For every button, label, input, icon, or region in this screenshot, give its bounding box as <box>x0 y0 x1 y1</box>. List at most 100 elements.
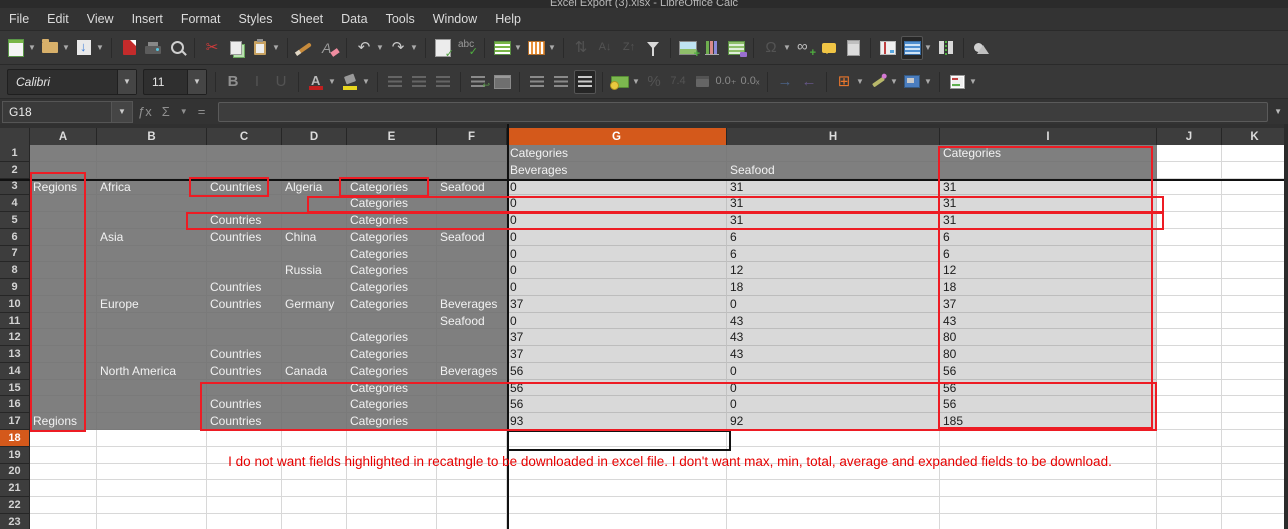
cell-A6[interactable] <box>30 229 97 246</box>
column-header-j[interactable]: J <box>1157 128 1222 145</box>
column-header-f[interactable]: F <box>437 128 507 145</box>
print-preview-button[interactable] <box>166 36 188 60</box>
menu-item-sheet[interactable]: Sheet <box>281 9 332 29</box>
column-header-d[interactable]: D <box>282 128 347 145</box>
column-header-e[interactable]: E <box>347 128 437 145</box>
cell-H2[interactable]: Seafood <box>727 162 940 179</box>
cell-A10[interactable] <box>30 296 97 313</box>
cell-I18[interactable] <box>940 430 1157 447</box>
cell-J14[interactable] <box>1157 363 1222 380</box>
cell-F6[interactable]: Seafood <box>437 229 507 246</box>
cell-I20[interactable] <box>940 464 1157 481</box>
chevron-down-icon[interactable]: ▼ <box>187 70 206 94</box>
cell-D20[interactable] <box>282 464 347 481</box>
cell-F8[interactable] <box>437 262 507 279</box>
cell-A12[interactable] <box>30 329 97 346</box>
headers-footers-button[interactable] <box>842 36 864 60</box>
cell-B7[interactable] <box>97 246 207 263</box>
row-header-7[interactable]: 7 <box>0 246 30 263</box>
cell-I14[interactable]: 56 <box>940 363 1157 380</box>
row-header-23[interactable]: 23 <box>0 514 30 529</box>
cell-I13[interactable]: 80 <box>940 346 1157 363</box>
cell-K21[interactable] <box>1222 480 1288 497</box>
menu-item-tools[interactable]: Tools <box>377 9 424 29</box>
cell-H20[interactable] <box>727 464 940 481</box>
cell-grid[interactable]: 1CategoriesCategories2BeveragesSeafood3R… <box>0 145 1288 529</box>
cell-B9[interactable] <box>97 279 207 296</box>
cell-H8[interactable]: 12 <box>727 262 940 279</box>
insert-pivot-table-button[interactable] <box>725 36 747 60</box>
cell-D17[interactable] <box>282 413 347 430</box>
cell-E17[interactable]: Categories <box>347 413 437 430</box>
cell-F4[interactable] <box>437 195 507 212</box>
row-header-21[interactable]: 21 <box>0 480 30 497</box>
cell-B2[interactable] <box>97 162 207 179</box>
row-header-16[interactable]: 16 <box>0 396 30 413</box>
cell-G21[interactable] <box>507 480 727 497</box>
cell-K17[interactable] <box>1222 413 1288 430</box>
cell-C15[interactable] <box>207 380 282 397</box>
cell-G3[interactable]: 0 <box>507 179 727 196</box>
column-header-h[interactable]: H <box>727 128 940 145</box>
cell-K12[interactable] <box>1222 329 1288 346</box>
add-decimal-button[interactable]: 0.0₊ <box>715 70 737 94</box>
cell-I3[interactable]: 31 <box>940 179 1157 196</box>
chevron-down-icon[interactable]: ▼ <box>112 101 133 123</box>
cell-K6[interactable] <box>1222 229 1288 246</box>
cell-I9[interactable]: 18 <box>940 279 1157 296</box>
cell-J4[interactable] <box>1157 195 1222 212</box>
cell-J16[interactable] <box>1157 396 1222 413</box>
chevron-down-icon[interactable]: ▼ <box>362 77 370 86</box>
insert-rows-button[interactable] <box>491 36 513 60</box>
cell-G18[interactable] <box>507 430 727 447</box>
cell-G14[interactable]: 56 <box>507 363 727 380</box>
cell-H13[interactable]: 43 <box>727 346 940 363</box>
formula-input[interactable] <box>218 102 1268 122</box>
cell-I19[interactable] <box>940 447 1157 464</box>
menu-item-help[interactable]: Help <box>486 9 530 29</box>
insert-hyperlink-button[interactable] <box>794 36 816 60</box>
cell-I17[interactable]: 185 <box>940 413 1157 430</box>
cell-F3[interactable]: Seafood <box>437 179 507 196</box>
cell-E2[interactable] <box>347 162 437 179</box>
cell-F9[interactable] <box>437 279 507 296</box>
align-left-button[interactable] <box>384 70 406 94</box>
cell-J22[interactable] <box>1157 497 1222 514</box>
cell-A14[interactable] <box>30 363 97 380</box>
column-header-a[interactable]: A <box>30 128 97 145</box>
spelling-button[interactable] <box>432 36 454 60</box>
cell-D12[interactable] <box>282 329 347 346</box>
cell-D6[interactable]: China <box>282 229 347 246</box>
cell-A16[interactable] <box>30 396 97 413</box>
cell-A23[interactable] <box>30 514 97 529</box>
date-format-button[interactable] <box>691 70 713 94</box>
row-header-18[interactable]: 18 <box>0 430 30 447</box>
cut-button[interactable]: ✂ <box>201 36 223 60</box>
freeze-rows-columns-button[interactable] <box>901 36 923 60</box>
cell-J13[interactable] <box>1157 346 1222 363</box>
cell-A19[interactable] <box>30 447 97 464</box>
cell-B11[interactable] <box>97 313 207 330</box>
cell-C5[interactable]: Countries <box>207 212 282 229</box>
row-header-6[interactable]: 6 <box>0 229 30 246</box>
decrease-indent-button[interactable]: ← <box>798 70 820 94</box>
menu-item-insert[interactable]: Insert <box>123 9 172 29</box>
split-window-button[interactable] <box>935 36 957 60</box>
insert-image-button[interactable] <box>677 36 699 60</box>
cell-F16[interactable] <box>437 396 507 413</box>
cell-G23[interactable] <box>507 514 727 529</box>
chevron-down-icon[interactable]: ▼ <box>514 43 522 52</box>
sort-ascending-button[interactable]: A↓ <box>594 36 616 60</box>
cell-J12[interactable] <box>1157 329 1222 346</box>
chevron-down-icon[interactable]: ▼ <box>783 43 791 52</box>
cell-J17[interactable] <box>1157 413 1222 430</box>
cell-A11[interactable] <box>30 313 97 330</box>
cell-I6[interactable]: 6 <box>940 229 1157 246</box>
cell-D13[interactable] <box>282 346 347 363</box>
cell-D19[interactable] <box>282 447 347 464</box>
cell-K7[interactable] <box>1222 246 1288 263</box>
print-button[interactable] <box>142 36 164 60</box>
cell-K22[interactable] <box>1222 497 1288 514</box>
new-button[interactable] <box>5 36 27 60</box>
cell-B10[interactable]: Europe <box>97 296 207 313</box>
